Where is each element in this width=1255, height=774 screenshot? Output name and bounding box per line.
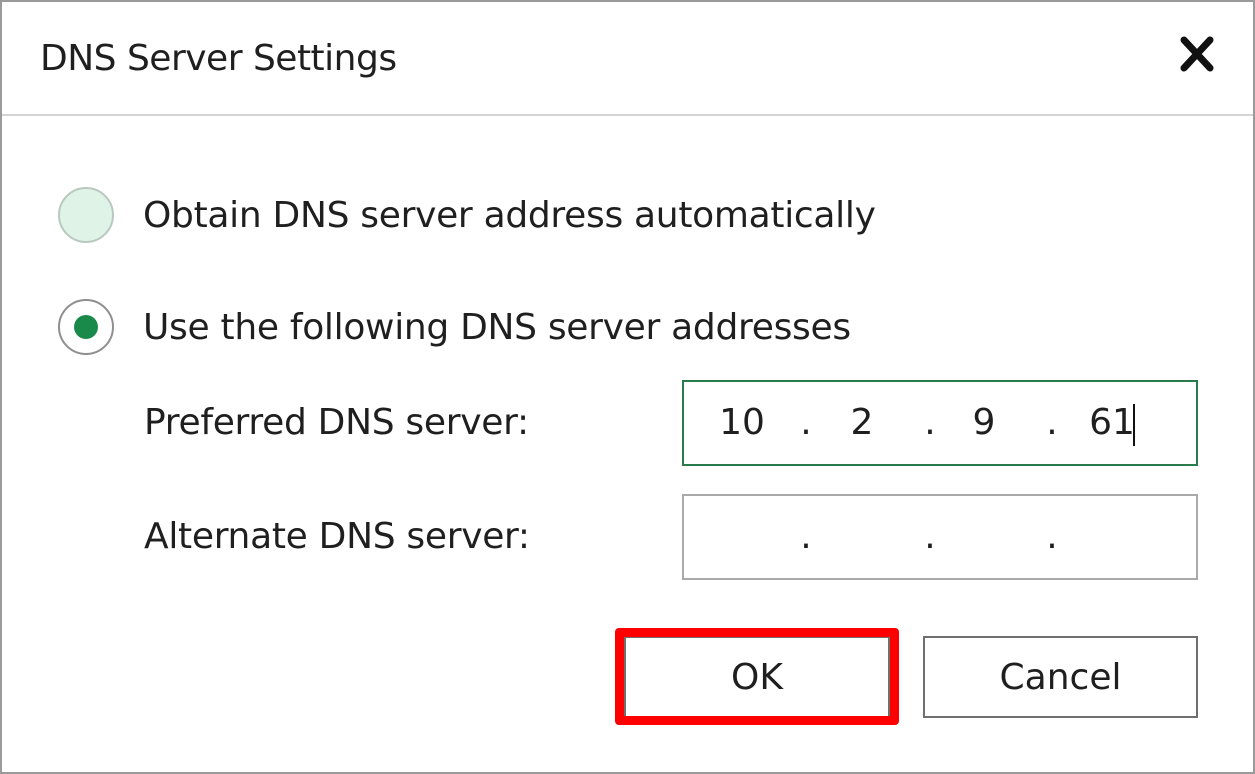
dialog-titlebar: DNS Server Settings (2, 2, 1253, 116)
ip-octet[interactable]: 10 (714, 400, 770, 446)
ip-separator: . (800, 516, 812, 557)
text-caret (1133, 404, 1135, 446)
ip-octet[interactable]: 61 (1084, 400, 1140, 446)
radio-label: Use the following DNS server addresses (143, 306, 851, 348)
ip-separator: . (924, 516, 936, 557)
ip-separator: . (1046, 516, 1058, 557)
ok-button[interactable]: OK (624, 636, 890, 718)
ip-octet[interactable]: 2 (834, 400, 890, 446)
radio-selected-dot (74, 315, 98, 339)
dialog-title: DNS Server Settings (40, 38, 397, 79)
ip-octet[interactable]: 9 (956, 400, 1012, 446)
ip-separator: . (924, 402, 936, 443)
radio-button-checked[interactable] (58, 299, 114, 355)
radio-button-unchecked[interactable] (58, 187, 114, 243)
radio-use-following[interactable]: Use the following DNS server addresses (58, 297, 851, 357)
preferred-dns-input[interactable]: 10 . 2 . 9 . 61 (682, 380, 1198, 466)
radio-label: Obtain DNS server address automatically (143, 194, 876, 236)
preferred-dns-label: Preferred DNS server: (144, 402, 529, 443)
alternate-dns-label: Alternate DNS server: (144, 516, 530, 557)
close-icon (1180, 36, 1214, 72)
radio-obtain-automatically[interactable]: Obtain DNS server address automatically (58, 185, 876, 245)
alternate-dns-input[interactable]: . . . (682, 494, 1198, 580)
cancel-button[interactable]: Cancel (923, 636, 1198, 718)
ip-separator: . (1046, 402, 1058, 443)
dns-settings-dialog: DNS Server Settings Obtain DNS server ad… (0, 0, 1255, 774)
close-button[interactable] (1172, 32, 1222, 78)
ip-separator: . (800, 402, 812, 443)
